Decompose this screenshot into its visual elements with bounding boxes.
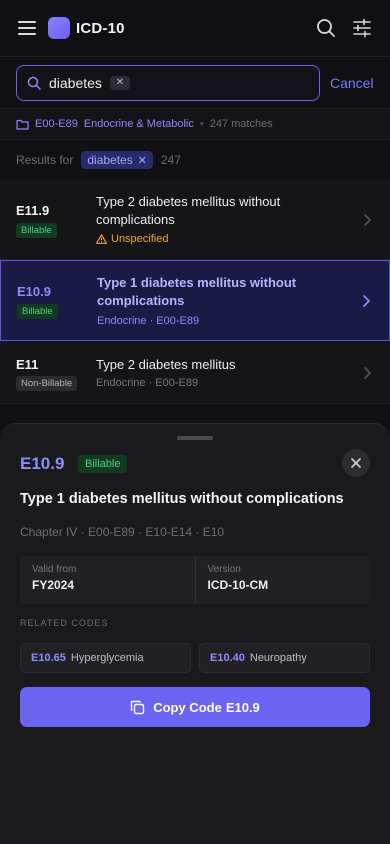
billable-badge: Billable [17, 304, 58, 319]
remove-term-icon[interactable]: ✕ [138, 154, 147, 167]
version-label: Version [207, 564, 241, 575]
warning-icon [96, 234, 107, 244]
chevron-right-icon [361, 294, 371, 308]
result-code: E11 [16, 357, 39, 372]
search-field-icon [27, 76, 41, 90]
app-logo [48, 17, 70, 39]
code-detail-sheet: E10.9 Billable Type 1 diabetes mellitus … [0, 423, 390, 844]
detail-title: Type 1 diabetes mellitus without complic… [20, 491, 344, 507]
list-item[interactable]: E11.9 Billable Type 2 diabetes mellitus … [0, 180, 390, 260]
search-row: diabetes ✕ Cancel [0, 56, 390, 108]
valid-from-label: Valid from [32, 564, 77, 575]
sheet-drag-handle[interactable] [177, 436, 213, 440]
chevron-right-icon [362, 213, 372, 227]
detail-code: E10.9 [20, 454, 65, 473]
results-count: 247 [160, 153, 181, 167]
filter-sliders-icon[interactable] [350, 16, 374, 40]
search-term-chip[interactable]: diabetes ✕ [81, 151, 153, 169]
copy-code-label: Copy Code [153, 699, 222, 715]
related-code-chip[interactable]: E10.40 Neuropathy [199, 643, 370, 673]
result-meta: Endocrine · E00-E89 [96, 377, 199, 389]
related-code: E10.65 [31, 652, 66, 664]
result-title: Type 2 diabetes mellitus [96, 357, 236, 372]
match-count: 247 matches [209, 118, 273, 130]
version-cell: Version ICD-10-CM [194, 556, 371, 604]
unspecified-warning: Unspecified [96, 233, 168, 245]
detail-meta-card: Valid from FY2024 Version ICD-10-CM [20, 556, 370, 604]
copy-icon [130, 700, 145, 715]
result-title: Type 1 diabetes mellitus without complic… [97, 275, 297, 308]
valid-from-value: FY2024 [32, 578, 75, 592]
related-code: E10.40 [210, 652, 245, 664]
separator-dot: • [199, 118, 204, 130]
results-list: E11.9 Billable Type 2 diabetes mellitus … [0, 180, 390, 404]
top-app-bar: ICD-10 [0, 0, 390, 56]
result-title: Type 2 diabetes mellitus without complic… [96, 194, 281, 227]
non-billable-badge: Non-Billable [16, 376, 78, 391]
result-meta: Endocrine · E00-E89 [97, 315, 200, 327]
chapter-range: E00-E89 [35, 118, 78, 130]
chapter-filter-bar[interactable]: E00-E89 Endocrine & Metabolic • 247 matc… [0, 108, 390, 140]
billable-badge: Billable [78, 455, 128, 473]
close-icon[interactable] [342, 449, 370, 477]
warning-text: Unspecified [111, 233, 169, 245]
copy-code-button[interactable]: Copy Code E10.9 [20, 687, 370, 727]
search-term-text: diabetes [87, 153, 133, 167]
valid-from-cell: Valid from FY2024 [20, 556, 195, 604]
search-input[interactable]: diabetes ✕ [16, 64, 320, 101]
search-query-text: diabetes [49, 74, 102, 91]
detail-hierarchy: Chapter IV · E00-E89 · E10-E14 · E10 [20, 525, 225, 539]
menu-icon[interactable] [16, 17, 38, 39]
chevron-right-icon [362, 366, 372, 380]
app-title: ICD-10 [76, 19, 125, 37]
version-value: ICD-10-CM [207, 578, 269, 592]
related-code-chip[interactable]: E10.65 Hyperglycemia [20, 643, 191, 673]
related-name: Hyperglycemia [70, 652, 144, 664]
search-icon[interactable] [314, 16, 338, 40]
copy-code-value: E10.9 [225, 699, 260, 715]
list-item[interactable]: E11 Non-Billable Type 2 diabetes mellitu… [0, 341, 390, 404]
list-item-selected[interactable]: E10.9 Billable Type 1 diabetes mellitus … [0, 260, 390, 341]
related-codes-heading: RELATED CODES [20, 618, 109, 628]
results-header: Results for diabetes ✕ 247 [0, 140, 390, 180]
folder-icon [16, 119, 29, 130]
billable-badge: Billable [16, 223, 57, 238]
chapter-name: Endocrine & Metabolic [83, 118, 194, 130]
clear-search-button[interactable]: ✕ [109, 75, 130, 90]
result-code: E10.9 [17, 284, 51, 299]
result-code: E11.9 [16, 203, 50, 218]
cancel-button[interactable]: Cancel [330, 75, 374, 91]
related-name: Neuropathy [249, 652, 307, 664]
results-for-label: Results for [16, 153, 74, 167]
